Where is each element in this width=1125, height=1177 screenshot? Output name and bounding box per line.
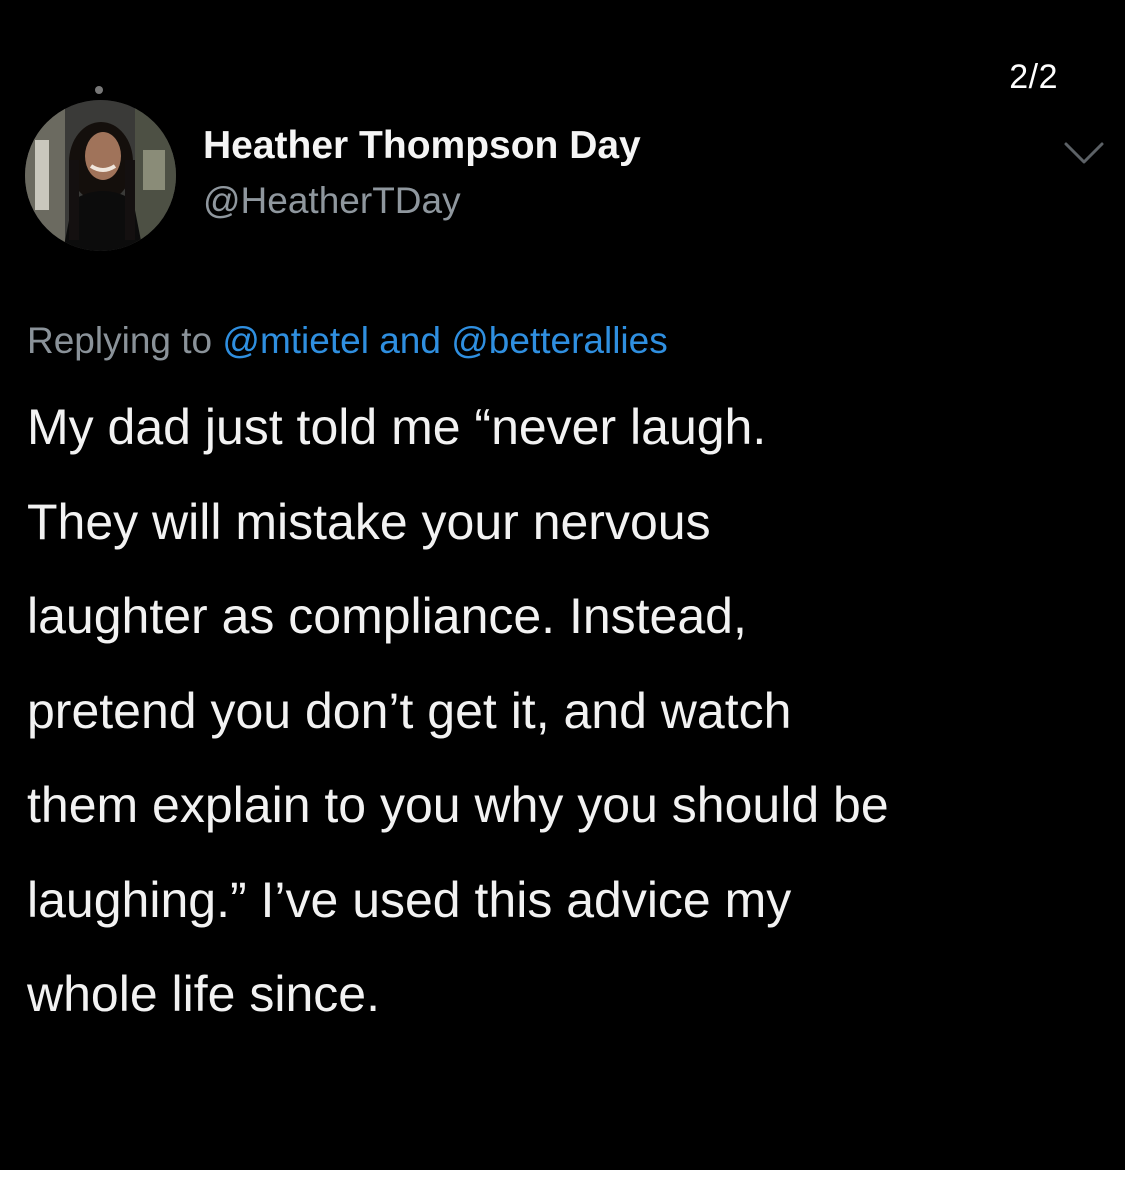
tweet-line: laughter as compliance. Instead, bbox=[27, 588, 747, 644]
tweet-line: them explain to you why you should be bbox=[27, 777, 889, 833]
tweet-line: My dad just told me “never laugh. bbox=[27, 399, 767, 455]
author-handle[interactable]: @HeatherTDay bbox=[203, 180, 461, 222]
reply-context: Replying to @mtietel and @betterallies bbox=[27, 320, 668, 362]
mention-link-betterallies[interactable]: @betterallies bbox=[451, 320, 668, 361]
page-indicator: 2/2 bbox=[1009, 58, 1058, 96]
avatar[interactable] bbox=[25, 100, 176, 251]
reply-conjunction: and bbox=[379, 320, 441, 361]
tweet-line: They will mistake your nervous bbox=[27, 493, 711, 550]
tweet-card: 2/2 Heather Thompson Day @HeatherTDay Re… bbox=[0, 0, 1125, 1170]
status-dot bbox=[95, 86, 103, 94]
author-name[interactable]: Heather Thompson Day bbox=[203, 124, 641, 168]
mention-link-mtietel[interactable]: @mtietel bbox=[222, 320, 369, 361]
tweet-line: whole life since. bbox=[27, 966, 380, 1022]
profile-photo-icon bbox=[25, 100, 176, 251]
tweet-line: pretend you don’t get it, and watch bbox=[27, 682, 792, 739]
reply-prefix: Replying to bbox=[27, 320, 213, 361]
chevron-down-icon[interactable] bbox=[1062, 138, 1106, 168]
tweet-text: My dad just told me “never laugh. They w… bbox=[27, 380, 1112, 1042]
tweet-line: laughing.” I’ve used this advice my bbox=[27, 871, 792, 928]
